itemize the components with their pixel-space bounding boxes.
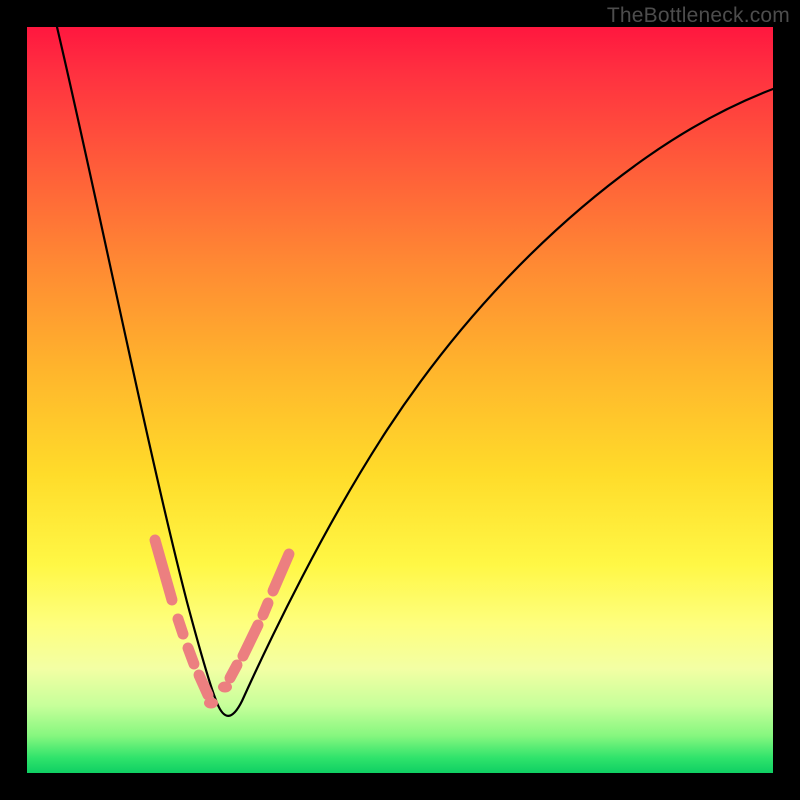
bottleneck-curve xyxy=(27,27,773,773)
plot-area xyxy=(27,27,773,773)
valley-dot-right xyxy=(218,682,232,693)
valley-dot-left xyxy=(204,698,218,709)
highlight-markers xyxy=(155,540,289,695)
curve-path xyxy=(57,27,773,716)
watermark-text: TheBottleneck.com xyxy=(607,4,790,28)
chart-frame: TheBottleneck.com xyxy=(0,0,800,800)
